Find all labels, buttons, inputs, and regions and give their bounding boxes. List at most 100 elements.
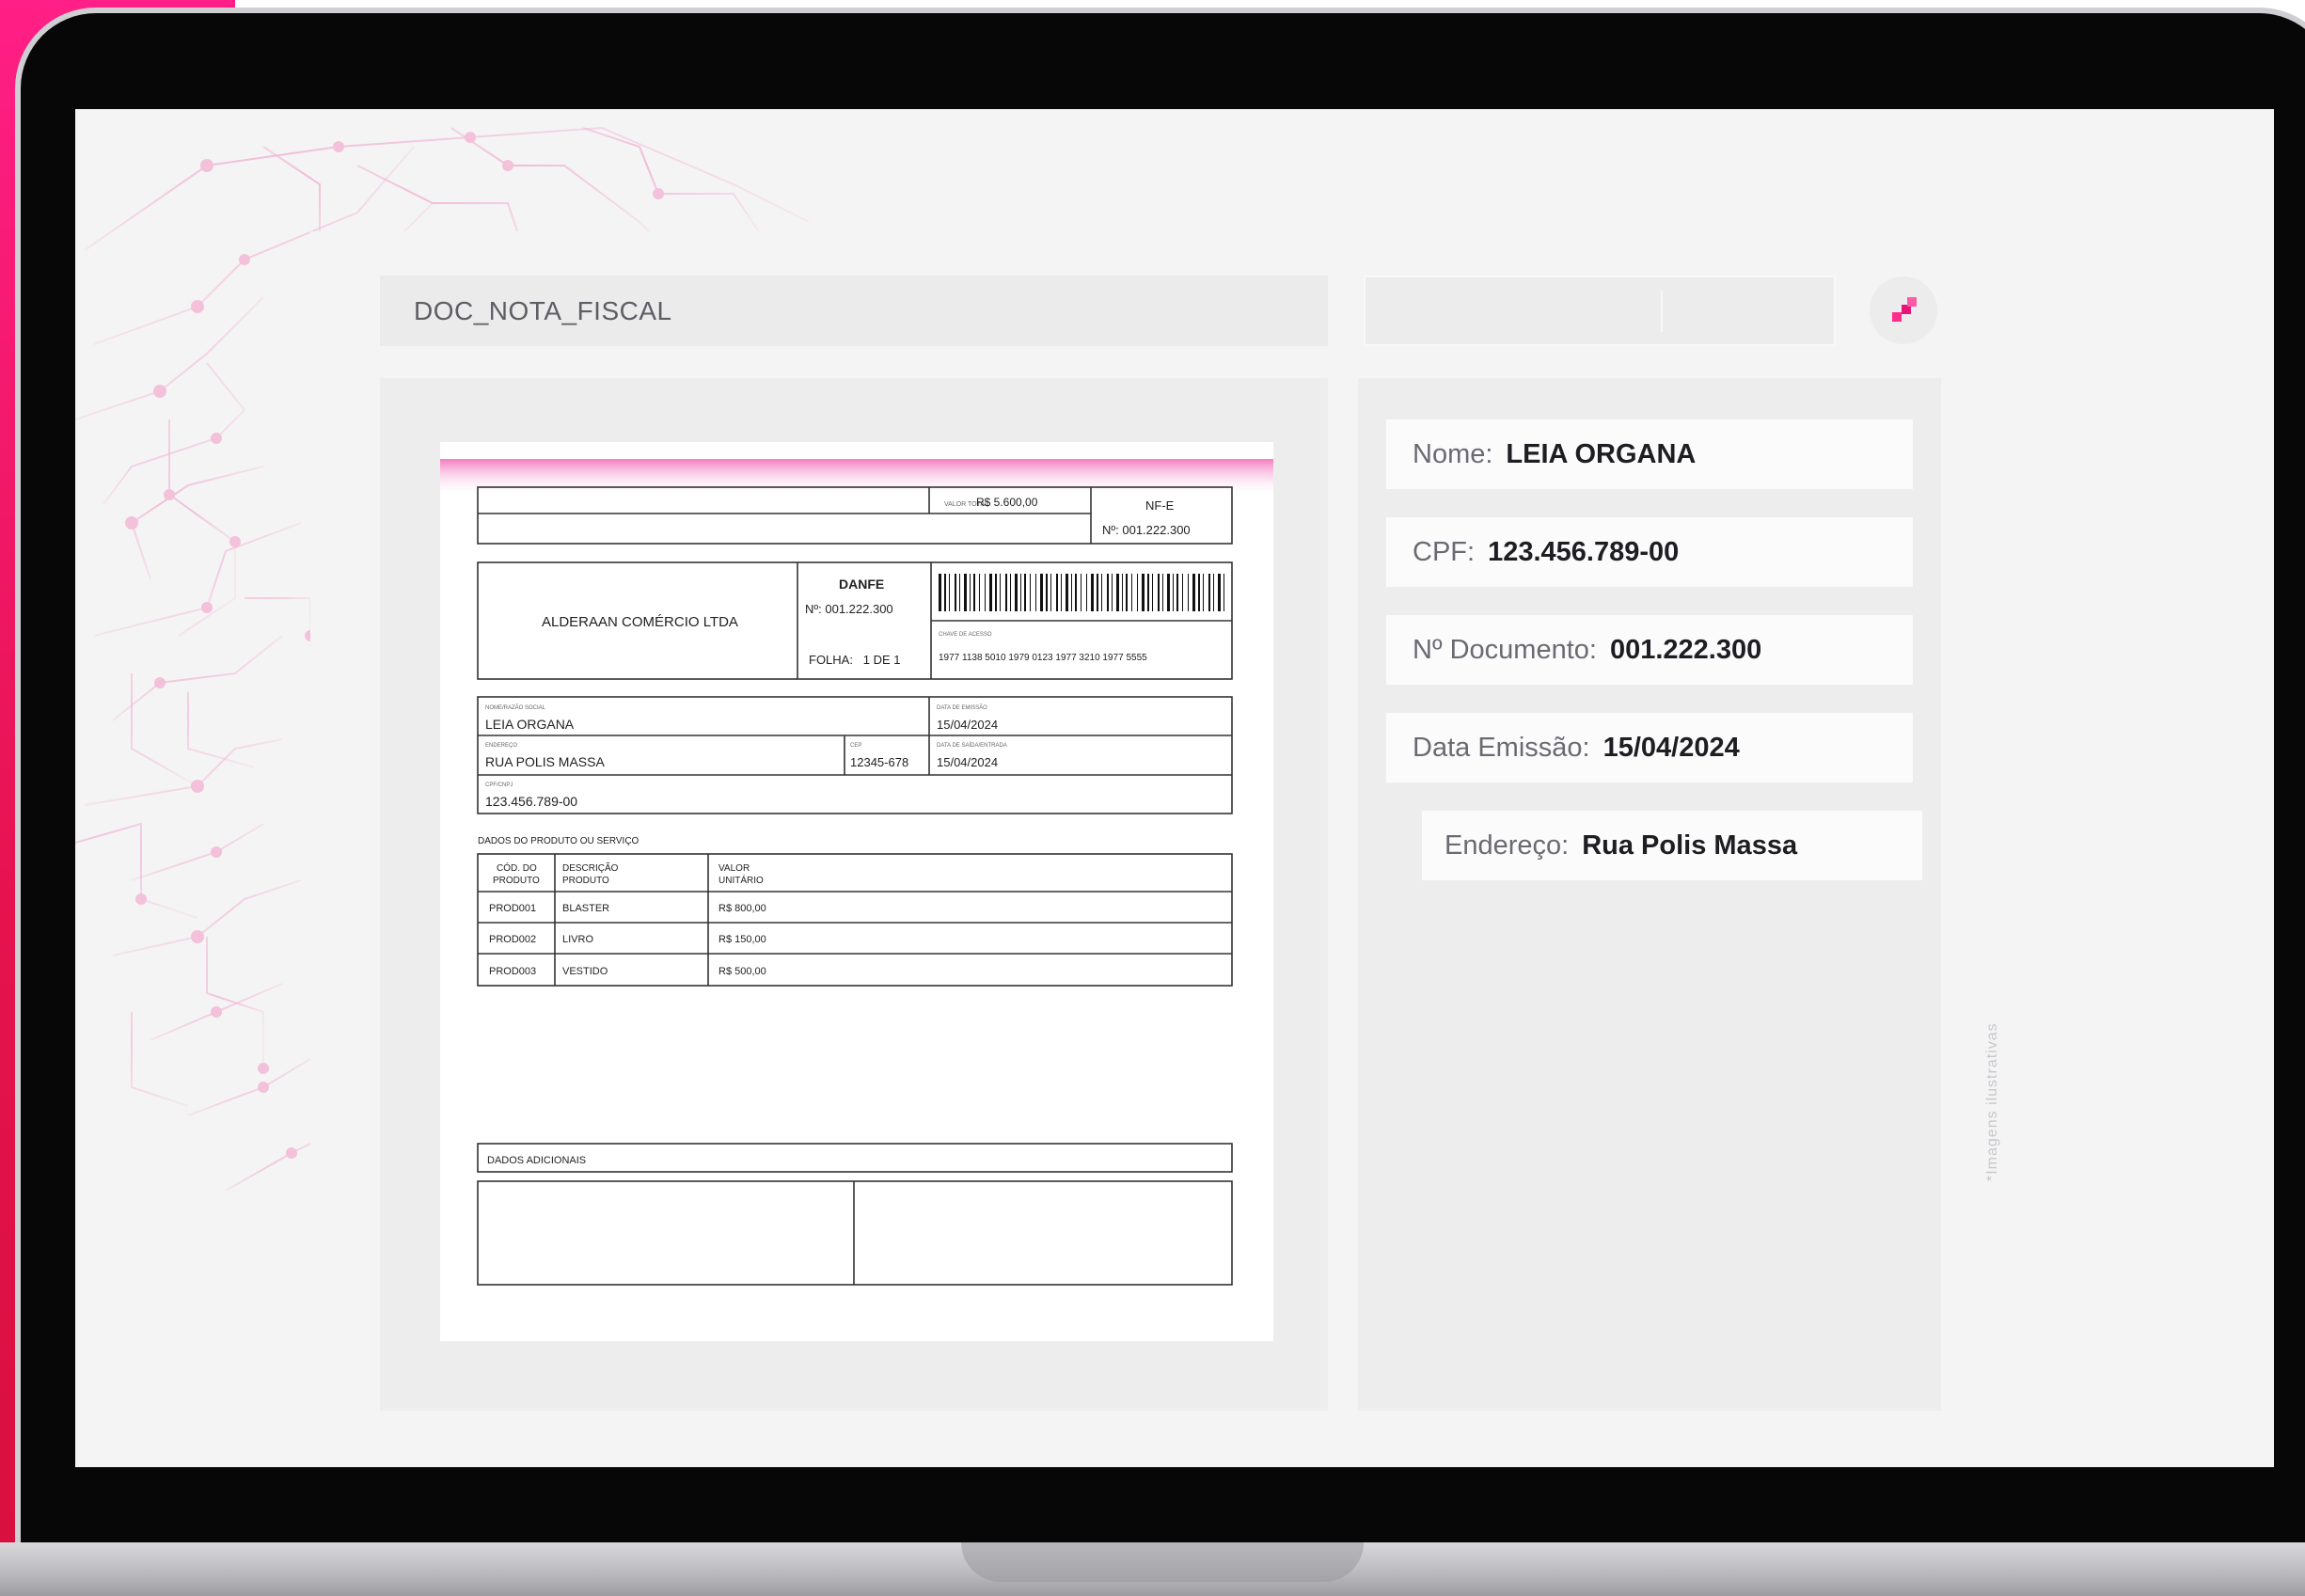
barcode-stripe [1071,574,1072,611]
barcode-stripe [1173,574,1174,611]
barcode-stripe [1218,574,1221,611]
address-value: RUA POLIS MASSA [485,754,605,769]
cep-value: 12345-678 [850,755,908,769]
brand-logo-icon [1892,297,1917,322]
barcode-stripe [1122,574,1123,611]
cep-small-label: CEP [850,743,861,749]
barcode-stripe [1167,574,1170,611]
barcode-stripe [970,574,971,611]
barcode-stripe [1112,574,1113,611]
barcode-stripe [1056,574,1058,611]
cpf-small-label: CPF/CNPJ [485,782,513,788]
barcode-stripe [1152,574,1153,611]
barcode-stripe [1061,574,1062,611]
danfe-document: VALOR TOTAL R$ 5.600,00 NF-E Nº: 001.222… [440,459,1273,1286]
barcode-stripe [1035,574,1036,611]
barcode-stripe [1107,574,1109,611]
nfe-number: Nº: 001.222.300 [1102,523,1191,537]
col-code-line1: CÓD. DO [497,861,537,874]
field-address-label: Endereço: [1445,830,1570,861]
barcode-stripe [985,574,986,611]
barcode-stripe [959,574,960,611]
field-cpf: CPF: 123.456.789-00 [1386,517,1913,587]
product-value-2: R$ 150,00 [718,934,766,945]
barcode-stripe [1116,574,1119,611]
field-document-number-label: Nº Documento: [1413,634,1597,665]
field-document-number-value: 001.222.300 [1609,634,1762,665]
field-document-number: Nº Documento: 001.222.300 [1386,615,1913,685]
document-title-bar: DOC_NOTA_FISCAL [380,276,1328,346]
product-value-3: R$ 500,00 [718,966,766,977]
barcode-stripe [1046,574,1048,611]
field-name: Nome: LEIA ORGANA [1386,419,1913,489]
pink-header-band [440,459,1273,497]
field-cpf-label: CPF: [1413,536,1476,567]
illustrative-note: *Imagens ilustrativas [1984,1022,2000,1181]
product-desc-1: BLASTER [562,903,609,914]
barcode-stripe [1091,574,1094,611]
barcode-stripe [1203,574,1204,611]
danfe-label: DANFE [839,577,884,592]
barcode-stripe [1015,574,1018,611]
barcode-stripe [944,574,946,611]
barcode-stripe [1142,574,1145,611]
barcode-stripe [989,574,992,611]
additional-title: DADOS ADICIONAIS [487,1155,586,1166]
barcode-stripe [949,574,950,611]
barcode-stripe [1005,574,1007,611]
barcode-stripe [1101,574,1102,611]
barcode-stripe [939,574,941,611]
exit-small-label: DATA DE SAÍDA/ENTRADA [937,742,1007,749]
col-desc-line2: PRODUTO [562,876,609,886]
col-desc-line1: DESCRIÇÃO [562,861,619,874]
field-emission-date-label: Data Emissão: [1413,732,1590,763]
app-screen: DOC_NOTA_FISCAL VALOR TOTAL R$ 5.600,00 … [75,109,2274,1467]
brand-logo-button[interactable] [1870,277,1937,344]
barcode-stripe [1000,574,1001,611]
product-value-1: R$ 800,00 [718,903,766,914]
emission-small-label: DATA DE EMISSÃO [937,704,987,711]
barcode-stripe [1158,574,1160,611]
barcode-stripe [1213,574,1214,611]
recipient-name: LEIA ORGANA [485,717,575,732]
nfe-label: NF-E [1145,498,1175,513]
recipient-small-label: NOME/RAZÃO SOCIAL [485,704,546,711]
barcode-stripe [995,574,997,611]
search-input[interactable] [1364,276,1836,346]
barcode-stripe [973,574,975,611]
product-code-1: PROD001 [489,903,536,914]
barcode-stripe [1066,574,1068,611]
document-title: DOC_NOTA_FISCAL [414,296,672,325]
product-desc-2: LIVRO [562,934,593,945]
barcode-stripe [1075,574,1077,611]
field-address: Endereço: Rua Polis Massa [1422,811,1922,880]
barcode-stripe [1192,574,1195,611]
emission-date: 15/04/2024 [937,718,998,732]
product-code-3: PROD003 [489,966,536,977]
laptop-notch [961,1542,1364,1582]
barcode-stripe [1137,574,1138,611]
barcode-stripe [979,574,980,611]
barcode-stripe [1176,574,1178,611]
barcode-stripe [1010,574,1011,611]
barcode-stripe [1162,574,1163,611]
col-value-line1: VALOR [718,863,750,874]
barcode-stripe [1050,574,1051,611]
barcode-stripe [1030,574,1031,611]
barcode-stripe [1208,574,1210,611]
barcode-stripe [1086,574,1087,611]
exit-date: 15/04/2024 [937,755,998,769]
access-key: 1977 1138 5010 1979 0123 1977 3210 1977 … [939,653,1147,663]
barcode-stripe [1097,574,1098,611]
total-value: R$ 5.600,00 [976,496,1038,509]
barcode-stripe [1040,574,1043,611]
field-address-value: Rua Polis Massa [1582,830,1798,861]
barcode-stripe [1126,574,1128,611]
barcode-stripe [964,574,967,611]
field-name-label: Nome: [1413,438,1493,469]
col-code-line2: PRODUTO [493,876,540,886]
col-value-line2: UNITÁRIO [718,874,764,886]
danfe-number: Nº: 001.222.300 [805,602,893,616]
search-divider [1661,291,1663,332]
address-small-label: ENDEREÇO [485,743,517,749]
